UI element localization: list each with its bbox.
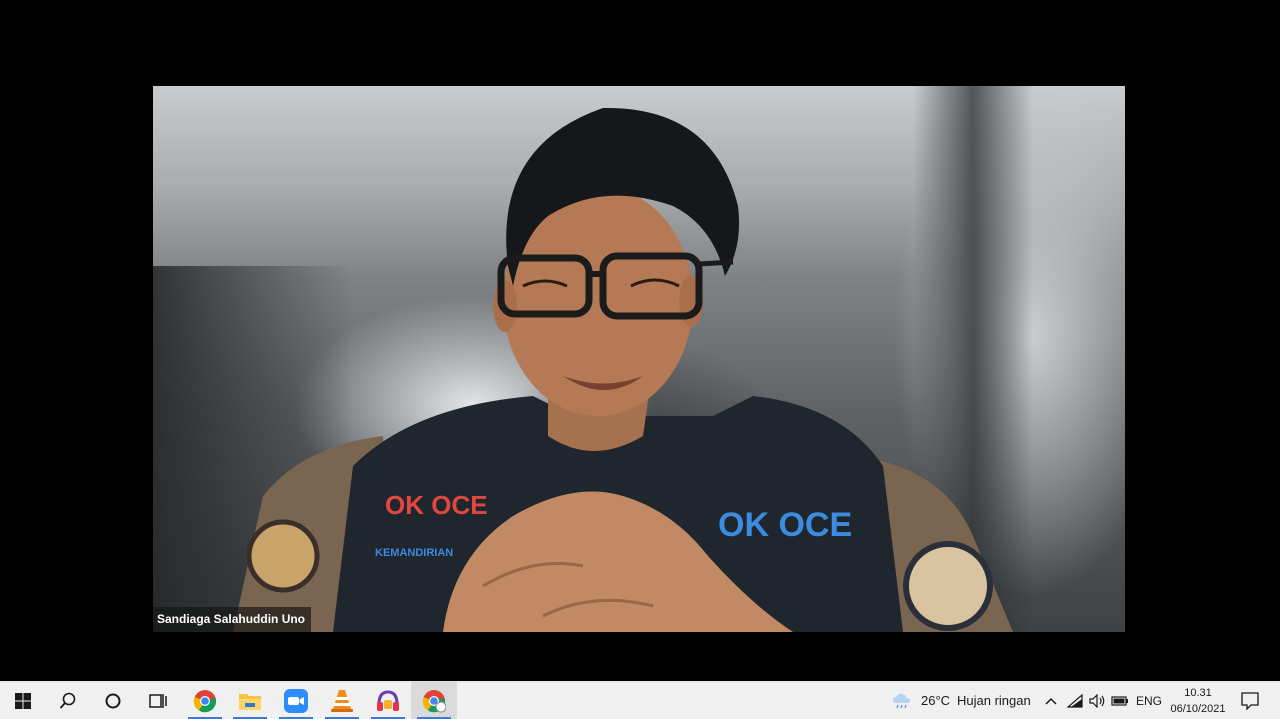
vest-logo-right: OK OCE [718, 506, 852, 544]
taskbar-app-zoom[interactable] [273, 682, 319, 719]
wifi-icon [1067, 694, 1083, 708]
video-area: OK OCE KEMANDIRIAN OK OCE Sandiaga Salah… [0, 0, 1280, 681]
right-shoulder-patch [903, 541, 993, 631]
chevron-up-icon [1045, 697, 1057, 705]
circle-icon [105, 693, 121, 709]
participant-video-tile[interactable]: OK OCE KEMANDIRIAN OK OCE Sandiaga Salah… [153, 86, 1125, 632]
vest-logo-left: OK OCE [385, 490, 488, 520]
show-hidden-icons-button[interactable] [1042, 682, 1060, 719]
left-shoulder-patch [246, 519, 320, 593]
participant-name-tag: Sandiaga Salahuddin Uno [153, 607, 312, 632]
zoom-icon [284, 689, 308, 713]
headphones-icon [377, 690, 399, 711]
start-button[interactable] [0, 682, 46, 719]
taskbar-app-audio[interactable] [365, 682, 411, 719]
cortana-button[interactable] [90, 682, 136, 719]
action-center-button[interactable] [1238, 682, 1262, 719]
clock-time: 10.31 [1184, 687, 1212, 699]
participant-figure: OK OCE KEMANDIRIAN OK OCE [233, 107, 1013, 632]
weather-temperature[interactable]: 26°C [921, 682, 950, 719]
search-button[interactable] [45, 682, 91, 719]
task-view-icon [149, 694, 167, 708]
task-view-button[interactable] [135, 682, 181, 719]
vlc-cone-icon [331, 690, 353, 712]
taskbar-clock[interactable]: 10.31 06/10/2021 [1162, 685, 1234, 717]
volume-button[interactable] [1088, 682, 1108, 719]
rain-cloud-icon [893, 693, 910, 709]
windows-taskbar: 26°C Hujan ringan ENG 10.31 06/10/2021 [0, 681, 1280, 719]
weather-condition[interactable]: Hujan ringan [957, 682, 1031, 719]
taskbar-app-vlc[interactable] [319, 682, 365, 719]
glasses-arm [698, 259, 734, 267]
taskbar-app-file-explorer[interactable] [227, 682, 273, 719]
taskbar-app-chrome-profile[interactable] [411, 682, 457, 719]
speaker-icon [1089, 694, 1105, 708]
taskbar-app-chrome[interactable] [182, 682, 228, 719]
notification-icon [1241, 692, 1259, 710]
folder-icon [239, 694, 261, 710]
clock-date: 06/10/2021 [1170, 703, 1226, 715]
network-button[interactable] [1066, 682, 1084, 719]
chrome-icon [422, 690, 446, 713]
battery-icon [1111, 696, 1128, 706]
weather-button[interactable] [890, 682, 914, 719]
windows-icon [15, 693, 31, 709]
battery-button[interactable] [1110, 682, 1130, 719]
input-language[interactable]: ENG [1136, 682, 1162, 719]
vest-logo-left-sub: KEMANDIRIAN [375, 547, 453, 559]
search-icon [59, 692, 76, 709]
chrome-icon [193, 690, 217, 713]
